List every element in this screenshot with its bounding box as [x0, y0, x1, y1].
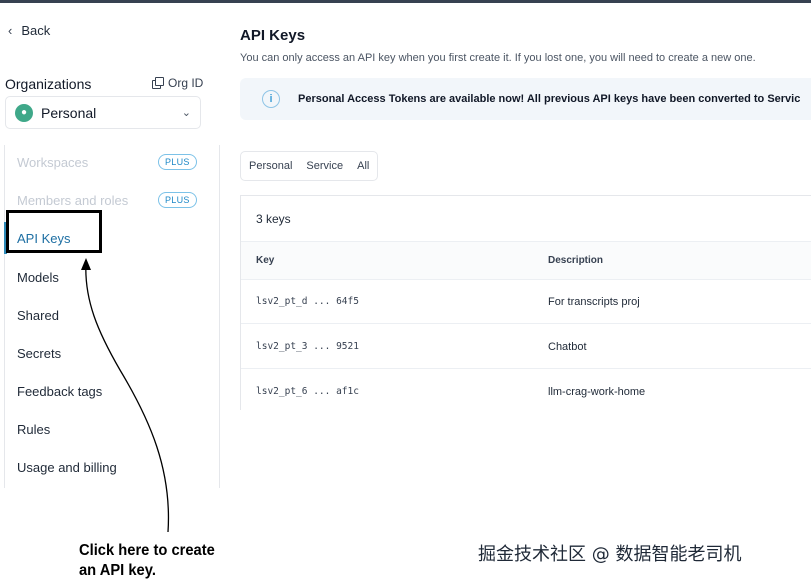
- tab-all[interactable]: All: [357, 160, 369, 172]
- page-title: API Keys: [240, 27, 306, 44]
- banner-text: Personal Access Tokens are available now…: [298, 93, 801, 105]
- key-type-tabs: Personal Service All: [240, 151, 379, 181]
- key-cell: lsv2_pt_6 ... af1c: [256, 386, 359, 397]
- page-subtitle: You can only access an API key when you …: [240, 52, 756, 64]
- key-cell: lsv2_pt_d ... 64f5: [256, 296, 359, 307]
- table-row[interactable]: lsv2_pt_d ... 64f5 For transcripts proj: [241, 279, 811, 324]
- column-header-key[interactable]: Key: [256, 255, 274, 266]
- column-header-description[interactable]: Description: [548, 255, 603, 266]
- key-cell: lsv2_pt_3 ... 9521: [256, 341, 359, 352]
- watermark: 掘金技术社区 @ 数据智能老司机: [478, 544, 742, 565]
- table-row[interactable]: lsv2_pt_3 ... 9521 Chatbot: [241, 324, 811, 369]
- description-cell: llm-crag-work-home: [548, 386, 646, 398]
- table-header: Key Description: [241, 241, 811, 280]
- api-keys-table: 3 keys Key Description lsv2_pt_d ... 64f…: [240, 195, 811, 410]
- info-icon: i: [262, 90, 280, 108]
- description-cell: For transcripts proj: [548, 296, 640, 308]
- annotation-line-1: Click here to create: [79, 542, 215, 559]
- annotation-text: Click here to create an API key.: [79, 541, 215, 581]
- tab-service[interactable]: Service: [306, 160, 343, 172]
- description-cell: Chatbot: [548, 341, 587, 353]
- table-row[interactable]: lsv2_pt_6 ... af1c llm-crag-work-home: [241, 369, 811, 413]
- keys-count: 3 keys: [256, 212, 291, 226]
- tab-personal[interactable]: Personal: [249, 160, 292, 172]
- info-banner: i Personal Access Tokens are available n…: [240, 78, 811, 120]
- annotation-line-2: an API key.: [79, 562, 156, 579]
